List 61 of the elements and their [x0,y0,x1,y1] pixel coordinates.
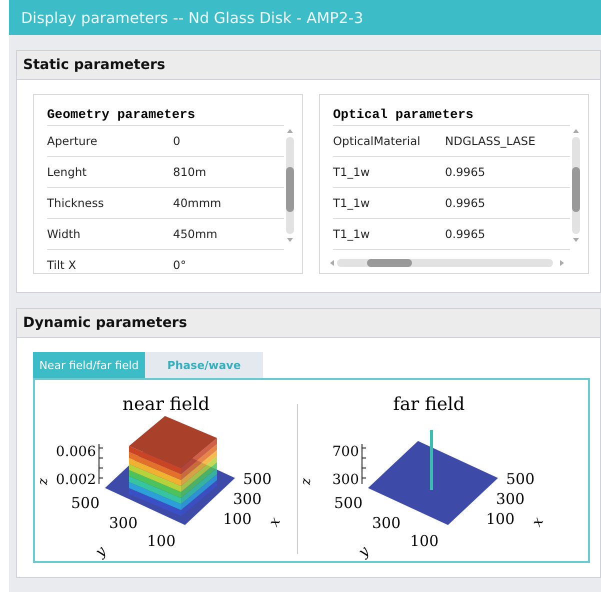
parameter-value: 0 [173,134,182,148]
scroll-down-icon[interactable] [573,238,579,242]
tick-label: 300 [109,514,138,532]
parameter-value: 0.9965 [445,196,486,210]
parameter-name: Thickness [47,196,105,210]
z-axis [98,444,104,484]
vertical-scrollbar[interactable] [572,137,580,234]
section-title: Static parameters [23,57,166,73]
parameter-name: Tilt X [47,258,78,272]
tick-label: 300 [233,490,262,508]
tick-label: 0.006 [56,444,96,460]
plot-title: far field [393,394,465,415]
panel-title: Optical parameters [333,103,570,126]
tick-label: 300 [332,472,359,488]
panel-title: Geometry parameters [47,103,284,126]
parameter-name: OpticalMaterial [333,134,422,148]
parameter-value: 810m [173,165,208,179]
section-title: Dynamic parameters [23,315,188,331]
tick-label: 0.002 [56,472,96,488]
axis-label: x [529,514,547,530]
parameter-name: Lenght [47,165,88,179]
tick-label: 100 [410,532,439,550]
tick-label: 500 [506,470,535,488]
parameter-name: Width [47,227,82,241]
axis-label: x [266,514,284,530]
tab[interactable]: Phase/wave [145,352,263,378]
axis-label: y [356,544,372,560]
window-title: Display parameters -- Nd Glass Disk - AMP2-3 [9,0,601,35]
tick-label: 500 [243,470,272,488]
axis-label: y [92,544,110,560]
scroll-right-icon[interactable] [560,260,564,266]
tick-label: 100 [223,510,252,528]
tick-label: 700 [332,444,359,460]
scroll-left-icon[interactable] [330,260,334,266]
parameter-value: NDGLASS_LASE [445,134,536,148]
parameter-name: T1_1w [333,196,371,210]
vertical-scrollbar[interactable] [286,137,294,234]
parameter-name: Aperture [47,134,98,148]
scroll-up-icon[interactable] [573,129,579,133]
parameter-value: 450mm [173,227,218,241]
parameter-value: 0.9965 [445,165,486,179]
parameter-value: 40mmm [173,196,222,210]
plot-title: near field [122,394,210,415]
tick-label: 500 [334,494,363,512]
scroll-down-icon[interactable] [287,238,293,242]
axis-label: z [36,478,51,485]
parameter-value: 0° [173,258,188,272]
parameter-value: 0.9965 [445,227,486,241]
tick-label: 300 [372,514,401,532]
scroll-up-icon[interactable] [287,129,293,133]
tick-label: 500 [71,494,100,512]
spike-line [430,430,433,490]
parameter-name: T1_1w [333,227,371,241]
tick-label: 300 [496,490,525,508]
axis-label: z [299,478,314,485]
tick-label: 100 [486,510,515,528]
tick-label: 100 [147,532,176,550]
parameter-name: T1_1w [333,165,371,179]
z-axis [362,444,366,484]
tab[interactable]: Near field/far field [33,352,145,378]
horizontal-scrollbar[interactable] [337,259,553,267]
